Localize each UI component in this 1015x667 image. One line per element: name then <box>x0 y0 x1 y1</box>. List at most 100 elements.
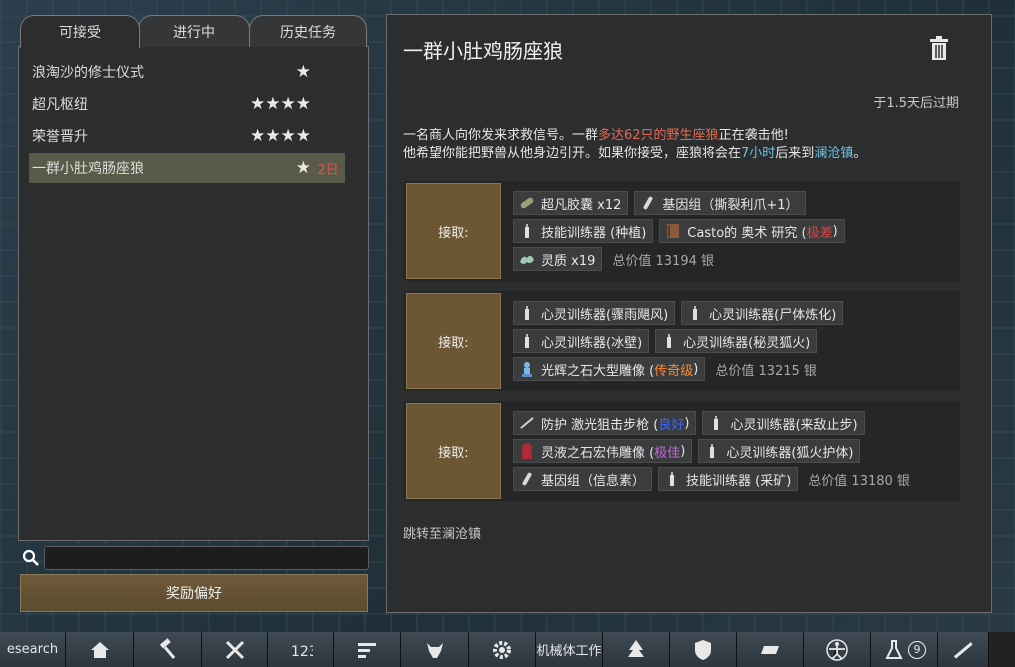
animals-tab-button[interactable] <box>401 632 469 667</box>
capsule-icon <box>520 197 534 209</box>
research-tab-label: esearch <box>6 642 59 657</box>
option-total-value: 总价值 13180 银 <box>808 473 910 489</box>
quest-stars: ★ <box>295 62 311 82</box>
reward-item[interactable]: 防护 激光狙击步枪 (良好) <box>513 411 697 435</box>
reward-label-tail: ) <box>684 415 690 431</box>
vitruvian-icon <box>826 638 848 661</box>
gene-icon <box>643 196 653 210</box>
table-icon <box>761 645 779 654</box>
trainer-icon <box>670 472 675 486</box>
ideology-tab-button[interactable] <box>603 632 670 667</box>
reward-option: 接取: 超凡胶囊 x12 基因组（撕裂利爪+1） 技能训练器 (种植) Cast… <box>404 181 960 281</box>
reward-preference-button[interactable]: 奖励偏好 <box>20 574 368 612</box>
tree-icon <box>628 639 644 657</box>
gene-icon <box>522 472 532 486</box>
home-icon <box>90 641 109 658</box>
statue-icon <box>522 362 532 377</box>
reward-item[interactable]: 心灵训练器(来敌止步) <box>702 411 865 435</box>
reward-label: Casto的 奥术 研究 ( <box>687 225 807 241</box>
tab-in-progress[interactable]: 进行中 <box>138 15 250 47</box>
quality-label: 良好 <box>658 417 685 433</box>
accept-button[interactable]: 接取: <box>406 293 501 389</box>
reward-item[interactable]: 灵液之石宏伟雕像 (极佳) <box>513 439 693 463</box>
accept-button[interactable]: 接取: <box>406 183 501 279</box>
search-input[interactable] <box>44 546 369 570</box>
architect-tab-button[interactable] <box>202 632 268 667</box>
reward-item[interactable]: 技能训练器 (种植) <box>513 219 654 243</box>
rifle-icon <box>520 417 534 429</box>
quest-name: 荣誉晋升 <box>32 129 88 145</box>
research-tab-button[interactable]: esearch <box>0 632 66 667</box>
accept-button[interactable]: 接取: <box>406 403 501 499</box>
reward-label: 心灵训练器(狐火护体) <box>726 445 854 461</box>
build-tab-button[interactable] <box>134 632 202 667</box>
reward-item[interactable]: 技能训练器 (采矿) <box>658 467 799 491</box>
quest-list-item[interactable]: 荣誉晋升 ★★★★ <box>29 121 345 151</box>
reward-item[interactable]: 心灵训练器(狐火护体) <box>698 439 861 463</box>
desc-highlight-location: 澜沧镇 <box>814 146 854 161</box>
reward-item[interactable]: 灵质 x19 <box>513 247 603 271</box>
health-tab-button[interactable] <box>804 632 871 667</box>
quest-detail-panel: 一群小肚鸡肠座狼 于1.5天后过期 一名商人向你发来求救信号。一群多达62只的野… <box>386 14 992 613</box>
quest-stars: ★ <box>295 158 311 178</box>
trainer-icon <box>525 224 529 238</box>
assign-tab-button[interactable] <box>334 632 401 667</box>
option-total-value: 总价值 13194 银 <box>612 253 714 269</box>
reward-label: 灵液之石宏伟雕像 ( <box>541 445 655 461</box>
tab-available[interactable]: 可接受 <box>20 15 140 48</box>
quest-list-item-selected[interactable]: 一群小肚鸡肠座狼 ★ 2日 <box>29 153 345 183</box>
tab-label: 进行中 <box>173 24 215 41</box>
shield-icon <box>695 639 711 660</box>
quest-name: 一群小肚鸡肠座狼 <box>32 161 144 177</box>
quest-list-panel: 浪淘沙的修士仪式 ★ 超凡枢纽 ★★★★ 荣誉晋升 ★★★★ 一群小肚鸡肠座狼 … <box>18 46 369 541</box>
psyche-icon <box>520 255 534 264</box>
factions-tab-button[interactable] <box>670 632 737 667</box>
option-total-value: 总价值 13215 银 <box>715 363 817 379</box>
reward-item[interactable]: 基因组（撕裂利爪+1） <box>634 191 806 215</box>
reward-item[interactable]: 光辉之石大型雕像 (传奇级) <box>513 357 706 381</box>
desc-highlight-time: 7小时 <box>741 146 776 161</box>
reward-item[interactable]: 基因组（信息素） <box>513 467 653 491</box>
reward-item[interactable]: 超凡胶囊 x12 <box>513 191 629 215</box>
quality-label: 传奇级 <box>654 363 694 379</box>
reward-item[interactable]: 心灵训练器(骤雨飓风) <box>513 301 676 325</box>
quest-stars: ★★★★ <box>250 126 311 146</box>
trainer-icon <box>525 306 529 320</box>
reward-item[interactable]: 心灵训练器(尸体炼化) <box>681 301 844 325</box>
desc-text: 一名商人向你发来求救信号。一群 <box>403 128 599 143</box>
quest-search <box>18 546 369 570</box>
quality-label: 极差 <box>806 225 833 241</box>
quest-list-item[interactable]: 超凡枢纽 ★★★★ <box>29 89 345 119</box>
reward-item[interactable]: Casto的 奥术 研究 (极差) <box>659 219 845 243</box>
reward-item[interactable]: 心灵训练器(冰壁) <box>513 329 650 353</box>
reward-option: 接取: 心灵训练器(骤雨飓风) 心灵训练器(尸体炼化) 心灵训练器(冰壁) 心灵… <box>404 291 960 391</box>
assign-icon <box>358 642 376 658</box>
settings-tab-button[interactable] <box>469 632 536 667</box>
reward-label: 心灵训练器(冰壁) <box>541 335 643 351</box>
home-tab-button[interactable] <box>66 632 134 667</box>
reward-label-tail: ) <box>693 361 699 377</box>
quest-name: 浪淘沙的修士仪式 <box>32 65 144 81</box>
jump-to-location-link[interactable]: 跳转至澜沧镇 <box>403 523 481 542</box>
tab-label: 可接受 <box>59 25 101 41</box>
trash-icon[interactable] <box>928 35 950 61</box>
mech-work-tab-button[interactable]: 机械体工作 <box>536 632 603 667</box>
reward-item[interactable]: 心灵训练器(秘灵狐火) <box>655 329 818 353</box>
research-count-badge: 9 <box>908 640 926 659</box>
reward-label: 心灵训练器(来敌止步) <box>730 417 858 433</box>
quest-list-item[interactable]: 浪淘沙的修士仪式 ★ <box>29 57 345 87</box>
search-icon <box>22 549 39 566</box>
grand-statue-icon <box>522 443 532 459</box>
architect-icon <box>225 640 244 659</box>
research-queue-button[interactable]: 9 <box>871 632 938 667</box>
work-priorities-tab-button[interactable]: 123 <box>268 632 334 667</box>
rifle-icon <box>953 641 973 659</box>
tab-history[interactable]: 历史任务 <box>249 15 367 47</box>
quest-stars: ★★★★ <box>250 94 311 114</box>
world-tab-button[interactable] <box>737 632 804 667</box>
quest-name: 超凡枢纽 <box>32 97 88 113</box>
reward-preference-label: 奖励偏好 <box>166 586 222 602</box>
reward-label: 技能训练器 (种植) <box>541 225 647 241</box>
weapons-tab-button[interactable] <box>938 632 989 667</box>
work-priorities-icon: 123 <box>291 644 313 660</box>
